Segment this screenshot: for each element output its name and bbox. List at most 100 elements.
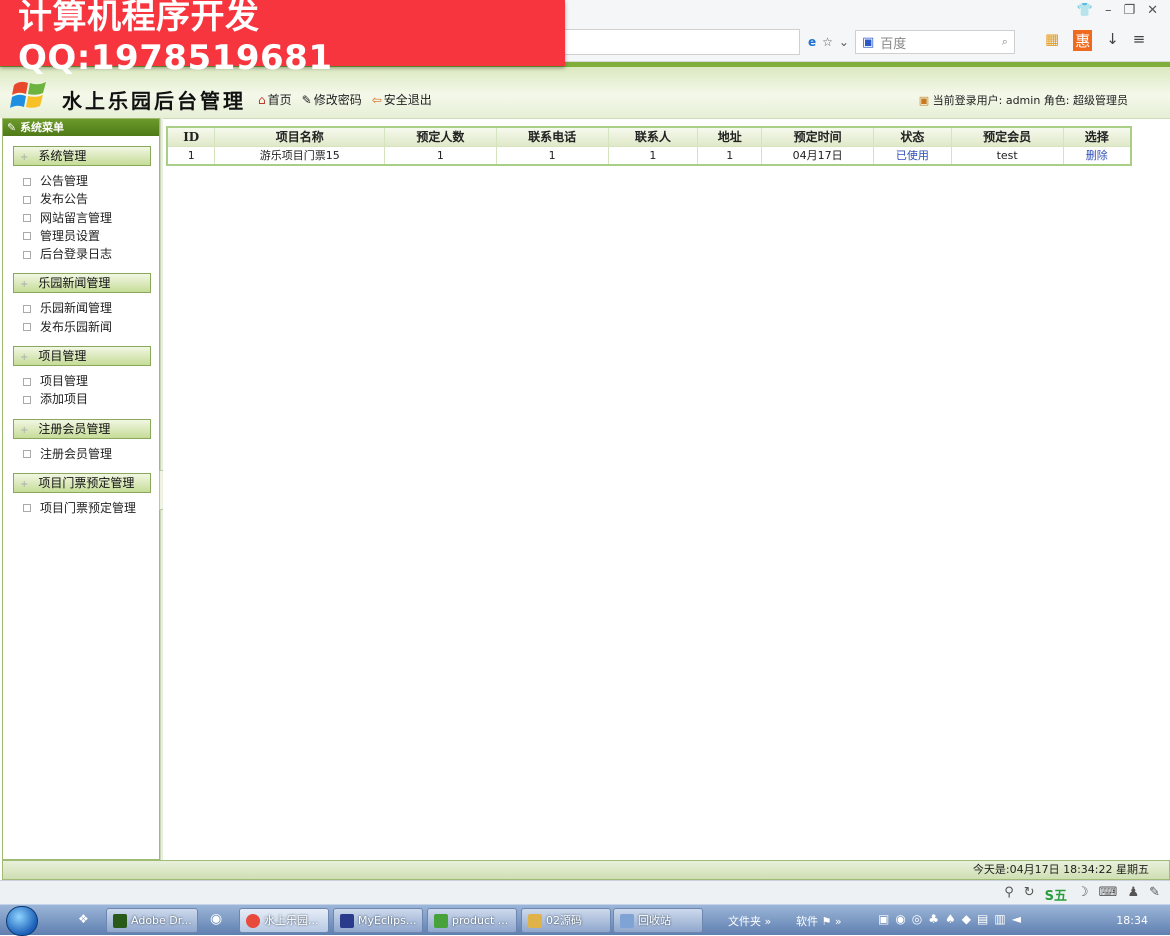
cell-project-name: 游乐项目门票15 <box>214 145 386 166</box>
cell-member: test <box>950 145 1064 166</box>
close-icon[interactable]: ✕ <box>1147 3 1158 18</box>
sidebar-group-ticket-booking[interactable]: + 项目门票预定管理 <box>13 472 151 493</box>
sidebar-group-system[interactable]: + 系统管理 <box>13 146 151 166</box>
sidebar-item-login-log[interactable]: 后台登录日志 <box>23 245 159 263</box>
download-icon[interactable]: ↓ <box>1106 30 1119 51</box>
item-label: 乐园新闻管理 <box>40 301 113 316</box>
current-user-info: ▣ 当前登录用户: admin 角色: 超级管理员 <box>919 92 1128 108</box>
user-icon[interactable]: ♟ <box>1127 885 1139 904</box>
taskbar-button-recycle-bin[interactable]: 回收站 <box>613 908 703 933</box>
search-icon[interactable]: ⌕ <box>1002 35 1008 49</box>
group-label: 项目管理 <box>38 349 87 364</box>
watermark-banner: 计算机程序开发QQ:1978519681 <box>0 0 565 78</box>
taskbar-label: 回收站 <box>638 914 671 927</box>
shirt-icon[interactable]: 👕 <box>1077 3 1093 18</box>
pin-icon[interactable]: ⚲ <box>1004 885 1014 904</box>
minimize-icon[interactable]: – <box>1105 3 1112 18</box>
sidebar-item-announcement-manage[interactable]: 公告管理 <box>23 172 159 190</box>
expand-icon: + <box>20 478 29 490</box>
wrench-icon[interactable]: ✎ <box>1149 885 1160 904</box>
star-icon[interactable]: ☆ <box>822 35 833 49</box>
item-label: 发布乐园新闻 <box>40 319 113 334</box>
sidebar-item-project-manage[interactable]: 项目管理 <box>23 372 159 390</box>
taskbar-button-product[interactable]: product ... <box>427 908 517 933</box>
taskbar-label: 水上乐园... <box>264 914 319 927</box>
user-icon: ▣ <box>918 94 930 107</box>
group-label: 乐园新闻管理 <box>38 276 111 291</box>
refresh-icon[interactable]: ↻ <box>1024 885 1035 904</box>
apps-icon[interactable]: ▦ <box>1045 30 1059 51</box>
nav-change-password[interactable]: ✎ 修改密码 <box>302 91 362 108</box>
delete-link[interactable]: 删除 <box>1086 149 1108 162</box>
expand-icon: + <box>20 424 29 436</box>
ie-icon[interactable]: e <box>808 35 816 49</box>
sidebar-group-project[interactable]: + 项目管理 <box>13 346 151 367</box>
keyboard-icon[interactable]: ⌨ <box>1099 885 1118 904</box>
sidebar-group-members[interactable]: + 注册会员管理 <box>13 418 151 439</box>
expand-icon: + <box>20 352 29 364</box>
taskbar-button-myeclipse[interactable]: MyEclips... <box>333 908 423 933</box>
sidebar-item-member-manage[interactable]: 注册会员管理 <box>23 445 159 463</box>
start-button[interactable] <box>6 906 38 936</box>
taskbar-button-folder-source[interactable]: 02源码 <box>521 908 611 933</box>
item-label: 管理员设置 <box>40 228 101 243</box>
col-booking-time: 预定时间 <box>761 126 874 147</box>
sidebar-item-add-project[interactable]: 添加项目 <box>23 390 159 408</box>
bullet-icon <box>23 214 31 223</box>
bullet-icon <box>23 395 31 404</box>
sidebar-title-text: 系统菜单 <box>20 121 65 134</box>
coupon-icon[interactable]: 惠 <box>1073 30 1093 51</box>
sidebar-item-news-manage[interactable]: 乐园新闻管理 <box>23 299 159 317</box>
browser-icon <box>246 914 260 928</box>
chrome-icon[interactable]: ◉ <box>210 911 222 927</box>
taskbar-button-dreamweaver[interactable]: Adobe Dr... <box>106 908 198 933</box>
col-project-name: 项目名称 <box>214 126 386 147</box>
col-phone: 联系电话 <box>495 126 609 147</box>
item-label: 公告管理 <box>40 174 89 188</box>
sidebar-group-park-news[interactable]: + 乐园新闻管理 <box>13 273 151 294</box>
taskbar-button-browser[interactable]: 水上乐园... <box>239 908 329 933</box>
toolbar-folder[interactable]: 文件夹 » <box>728 913 771 929</box>
toolbar-software[interactable]: 软件 ⚑ » <box>796 913 842 929</box>
cell-address: 1 <box>697 145 763 166</box>
cell-phone: 1 <box>495 145 609 166</box>
cell-id: 1 <box>166 145 216 166</box>
restore-icon[interactable]: ❐ <box>1123 3 1135 18</box>
nav-home-label: 首页 <box>267 93 292 107</box>
menu-icon[interactable]: ≡ <box>1133 30 1146 51</box>
sidebar-item-admin-settings[interactable]: 管理员设置 <box>23 227 159 245</box>
nav-home[interactable]: ⌂ 首页 <box>258 91 292 108</box>
browser-status-row: ⚲ ↻ S五 ☽ ⌨ ♟ ✎ <box>0 880 1170 904</box>
nav-logout[interactable]: ⇦ 安全退出 <box>372 91 432 108</box>
taskbar-label: Adobe Dr... <box>131 914 192 927</box>
sidebar-item-message-manage[interactable]: 网站留言管理 <box>23 209 159 227</box>
status-bar: 今天是:04月17日 18:34:22 星期五 <box>2 860 1170 880</box>
item-label: 项目门票预定管理 <box>40 500 137 515</box>
exit-icon: ⇦ <box>371 93 382 107</box>
item-label: 网站留言管理 <box>40 210 113 225</box>
item-label: 添加项目 <box>40 392 89 407</box>
bullet-icon <box>23 195 31 204</box>
status-link[interactable]: 已使用 <box>896 149 929 162</box>
main-content: ID 项目名称 预定人数 联系电话 联系人 地址 预定时间 状态 预定会员 选择… <box>163 118 1170 899</box>
bullet-icon <box>23 450 31 459</box>
sidebar-item-publish-news[interactable]: 发布乐园新闻 <box>23 318 159 336</box>
bullet-icon <box>23 232 31 241</box>
cell-booking-time: 04月17日 <box>761 145 874 166</box>
col-member: 预定会员 <box>950 126 1064 147</box>
quicklaunch-icon[interactable]: ❖ <box>78 912 89 926</box>
col-address: 地址 <box>697 126 763 147</box>
search-input[interactable]: ▣ 百度 ⌕ <box>854 30 1015 54</box>
nav-change-password-label: 修改密码 <box>313 93 362 107</box>
sidebar-item-ticket-booking-manage[interactable]: 项目门票预定管理 <box>23 499 159 517</box>
dreamweaver-icon <box>113 914 127 928</box>
address-bar[interactable] <box>565 29 800 55</box>
bullet-icon <box>23 304 31 313</box>
ime-icon[interactable]: S五 <box>1045 885 1067 904</box>
moon-icon[interactable]: ☽ <box>1077 885 1089 904</box>
clock[interactable]: 18:34 <box>1116 914 1148 927</box>
dropdown-icon[interactable]: ⌄ <box>839 35 849 49</box>
item-label: 注册会员管理 <box>40 446 113 461</box>
sidebar-item-publish-announcement[interactable]: 发布公告 <box>23 190 159 208</box>
col-people: 预定人数 <box>384 126 497 147</box>
